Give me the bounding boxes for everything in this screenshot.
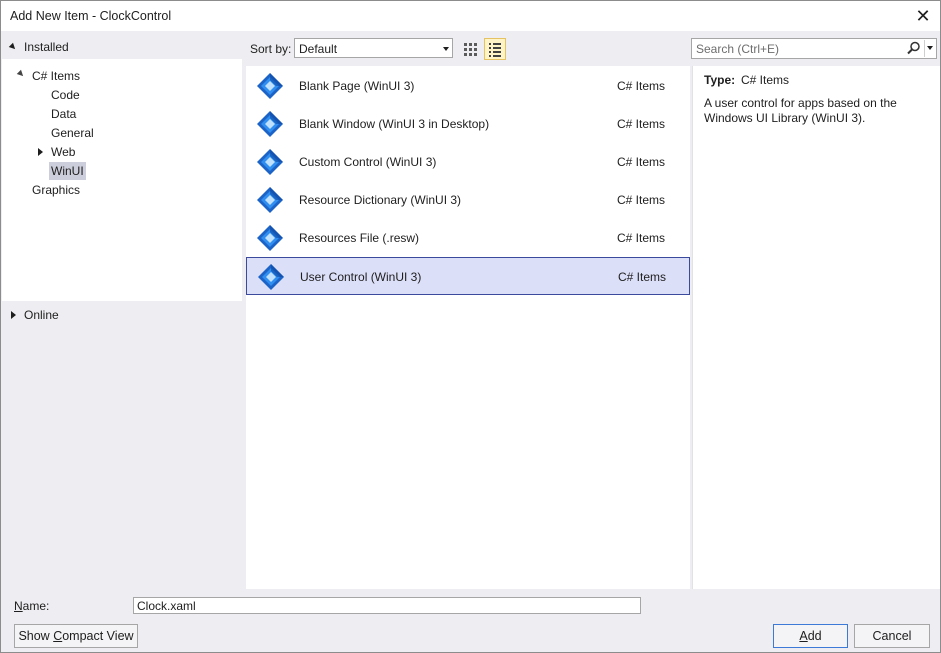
- template-list-item[interactable]: Custom Control (WinUI 3) C# Items: [246, 143, 690, 181]
- grid-view-button[interactable]: [459, 38, 481, 60]
- template-name: Blank Window (WinUI 3 in Desktop): [299, 117, 490, 131]
- template-list-item[interactable]: Resources File (.resw) C# Items: [246, 219, 690, 257]
- tree-item-data[interactable]: Data: [49, 105, 78, 123]
- name-input[interactable]: [133, 597, 641, 614]
- online-section: Online: [2, 301, 242, 589]
- template-name: Resource Dictionary (WinUI 3): [299, 193, 462, 207]
- winui-template-icon: [256, 72, 284, 103]
- grid-view-icon: [464, 43, 477, 56]
- winui-template-icon: [256, 186, 284, 217]
- add-button[interactable]: Add: [773, 624, 848, 648]
- winui-template-icon: [256, 224, 284, 255]
- tree-item-web[interactable]: Web: [49, 143, 77, 161]
- template-description: A user control for apps based on the Win…: [704, 96, 897, 125]
- close-icon[interactable]: ✕: [912, 5, 934, 27]
- template-type: C# Items: [617, 231, 666, 245]
- installed-label: Installed: [24, 40, 69, 54]
- list-view-icon: [489, 43, 501, 57]
- name-label: Name:: [14, 599, 50, 613]
- template-list-item[interactable]: Blank Window (WinUI 3 in Desktop) C# Item…: [246, 105, 690, 143]
- template-list-item[interactable]: Resource Dictionary (WinUI 3) C# Items: [246, 181, 690, 219]
- template-category-tree: C# Items Code Data General Web WinUI Gra…: [2, 59, 242, 301]
- template-name: Resources File (.resw): [299, 231, 420, 245]
- sort-by-dropdown[interactable]: Default: [294, 38, 453, 58]
- tree-item-general[interactable]: General: [49, 124, 96, 142]
- template-name: Blank Page (WinUI 3): [299, 79, 415, 93]
- search-separator: [924, 40, 925, 57]
- template-list-item[interactable]: Blank Page (WinUI 3) C# Items: [246, 67, 690, 105]
- tree-item-graphics[interactable]: Graphics: [30, 181, 82, 199]
- sort-by-label: Sort by:: [250, 42, 292, 56]
- template-details: Type: C# Items A user control for apps b…: [692, 66, 940, 589]
- tree-item-code[interactable]: Code: [49, 86, 82, 104]
- winui-template-icon: [257, 263, 285, 294]
- tree-item-csharp-items[interactable]: C# Items: [30, 67, 82, 85]
- add-new-item-dialog: Add New Item - ClockControl ✕ Installed …: [0, 0, 941, 653]
- collapse-arrow-icon[interactable]: [11, 311, 16, 319]
- expand-arrow-icon[interactable]: [8, 42, 18, 52]
- collapse-arrow-icon[interactable]: [38, 148, 43, 156]
- window-title: Add New Item - ClockControl: [10, 9, 172, 23]
- winui-template-icon: [256, 110, 284, 141]
- chevron-down-icon: [443, 47, 449, 51]
- template-name: User Control (WinUI 3): [300, 270, 422, 284]
- chevron-down-icon[interactable]: [927, 46, 933, 50]
- installed-header[interactable]: Installed: [2, 36, 242, 58]
- type-value: C# Items: [741, 73, 790, 87]
- template-list: Blank Page (WinUI 3) C# Items Blank Window…: [246, 66, 690, 589]
- list-view-button[interactable]: [484, 38, 506, 60]
- template-name: Custom Control (WinUI 3): [299, 155, 437, 169]
- template-type: C# Items: [618, 270, 667, 284]
- type-label: Type:: [704, 73, 736, 87]
- expand-arrow-icon[interactable]: [16, 69, 26, 79]
- online-label[interactable]: Online: [24, 308, 59, 322]
- template-type: C# Items: [617, 193, 666, 207]
- tree-item-winui[interactable]: WinUI: [49, 162, 86, 180]
- bottom-bar: Name: Show Compact View Add Cancel: [2, 591, 940, 652]
- title-bar: Add New Item - ClockControl ✕: [1, 1, 940, 31]
- template-type: C# Items: [617, 155, 666, 169]
- sort-by-value: Default: [299, 42, 338, 56]
- search-placeholder: Search (Ctrl+E): [696, 42, 780, 56]
- search-icon[interactable]: [906, 40, 922, 56]
- template-type: C# Items: [617, 79, 666, 93]
- cancel-button[interactable]: Cancel: [854, 624, 930, 648]
- template-list-item[interactable]: User Control (WinUI 3) C# Items: [246, 257, 690, 295]
- search-box[interactable]: Search (Ctrl+E): [691, 38, 937, 59]
- template-type: C# Items: [617, 117, 666, 131]
- winui-template-icon: [256, 148, 284, 179]
- show-compact-view-button[interactable]: Show Compact View: [14, 624, 138, 648]
